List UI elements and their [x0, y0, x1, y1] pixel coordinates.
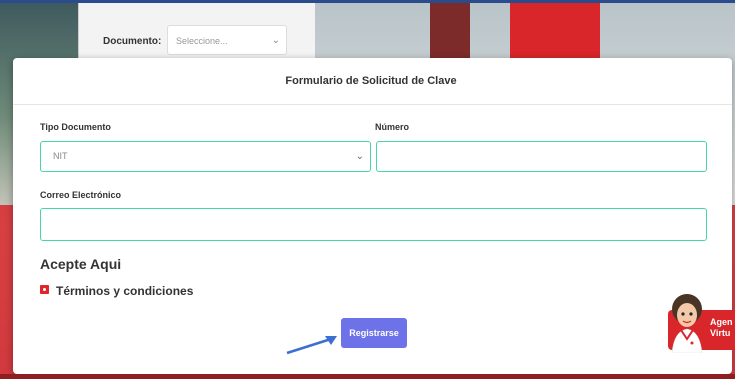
virtual-agent-line1: Agen — [710, 317, 733, 327]
correo-input[interactable] — [40, 208, 707, 241]
tipo-documento-select[interactable]: NIT ⌄ — [40, 141, 371, 172]
tipo-documento-value: NIT — [53, 151, 68, 161]
virtual-agent-line2: Virtu — [710, 328, 731, 338]
password-request-modal: Formulario de Solicitud de Clave Tipo Do… — [13, 58, 732, 374]
tipo-documento-label: Tipo Documento — [40, 122, 111, 132]
modal-title: Formulario de Solicitud de Clave — [285, 75, 457, 87]
numero-label: Número — [375, 122, 410, 132]
numero-input[interactable] — [376, 141, 707, 172]
terms-checkbox[interactable] — [40, 285, 49, 294]
background-red-block — [510, 3, 600, 63]
document-select-value: Seleccione... — [176, 36, 228, 46]
document-label: Documento: — [103, 36, 162, 47]
background-filter-panel: Documento: Seleccione... ⌄ — [78, 3, 315, 63]
virtual-agent-label: Agen Virtu — [710, 317, 733, 339]
modal-header: Formulario de Solicitud de Clave — [13, 58, 732, 105]
chevron-down-icon: ⌄ — [355, 151, 364, 162]
background-accent-block — [430, 3, 470, 63]
correo-label: Correo Electrónico — [40, 190, 122, 200]
document-select[interactable]: Seleccione... ⌄ — [167, 25, 287, 55]
bottom-bar — [0, 374, 735, 379]
terms-link[interactable]: Términos y condiciones — [56, 284, 193, 298]
chevron-down-icon: ⌄ — [271, 35, 280, 46]
arrow-pointer-icon — [286, 336, 337, 355]
acepte-heading: Acepte Aqui — [40, 256, 122, 272]
register-button[interactable]: Registrarse — [341, 318, 407, 348]
virtual-agent-avatar-icon — [671, 294, 703, 353]
